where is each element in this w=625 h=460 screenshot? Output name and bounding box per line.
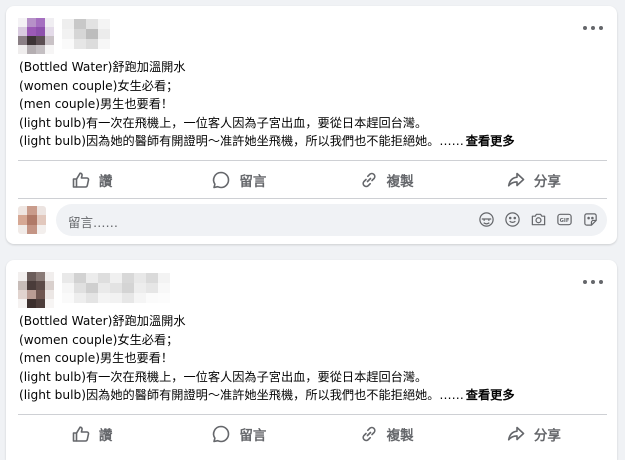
more-options-button[interactable]	[583, 276, 603, 288]
like-button[interactable]: 讚	[18, 163, 165, 197]
camera-icon[interactable]	[530, 211, 547, 228]
post-line: (women couple)女生必看；	[19, 332, 179, 347]
more-horizontal-icon	[583, 280, 587, 284]
divider	[18, 414, 607, 415]
more-horizontal-icon	[583, 26, 587, 30]
author-name[interactable]	[62, 273, 170, 303]
divider	[18, 160, 607, 161]
share-button[interactable]: 分享	[460, 163, 607, 197]
post-line: (men couple)男生也要看！	[19, 351, 174, 365]
feed-post: (Bottled Water)舒跑加溫開水 (women couple)女生必看…	[6, 260, 617, 460]
like-label: 讚	[98, 428, 113, 444]
comment-label: 留言	[239, 174, 267, 190]
share-label: 分享	[533, 428, 561, 444]
avatar-sticker-icon[interactable]	[478, 211, 495, 228]
copy-link-button[interactable]: 複製	[313, 163, 460, 197]
comment-composer: 留言…… GIF	[18, 204, 607, 236]
more-options-button[interactable]	[583, 22, 603, 34]
svg-text:GIF: GIF	[560, 218, 570, 224]
comment-button[interactable]: 留言	[165, 417, 312, 451]
post-line: (men couple)男生也要看！	[19, 97, 174, 111]
comment-button[interactable]: 留言	[165, 163, 312, 197]
see-more-link[interactable]: 查看更多	[466, 134, 515, 148]
share-arrow-icon	[507, 172, 525, 187]
like-label: 讚	[98, 174, 113, 190]
link-chain-icon	[362, 172, 376, 188]
post-actions: 讚 留言 複製 分享	[18, 163, 607, 197]
emoji-icon[interactable]	[504, 211, 521, 228]
author-avatar[interactable]	[18, 272, 54, 308]
speech-bubble-icon	[213, 425, 230, 443]
copy-link-button[interactable]: 複製	[313, 417, 460, 451]
feed-post: (Bottled Water)舒跑加溫開水 (women couple)女生必看…	[6, 6, 617, 244]
viewer-avatar	[18, 206, 46, 234]
comment-tools: GIF	[478, 211, 599, 228]
author-avatar[interactable]	[18, 18, 54, 54]
comment-placeholder: 留言……	[68, 215, 119, 230]
see-more-link[interactable]: 查看更多	[466, 388, 515, 402]
sticker-icon[interactable]	[582, 211, 599, 228]
comment-input[interactable]: 留言…… GIF	[56, 204, 607, 236]
post-line: (light bulb)有一次在飛機上，一位客人因為子宮出血，要從日本趕回台灣。	[19, 369, 428, 384]
divider	[18, 198, 607, 199]
post-line: (light bulb)因為她的醫師有開證明～准許她坐飛機，所以我們也不能拒絕她…	[19, 134, 464, 148]
author-name[interactable]	[62, 19, 110, 49]
copy-label: 複製	[386, 174, 414, 190]
thumbs-up-icon	[72, 426, 90, 442]
post-actions: 讚 留言 複製 分享	[18, 417, 607, 451]
post-text: (Bottled Water)舒跑加溫開水 (women couple)女生必看…	[19, 312, 604, 405]
copy-label: 複製	[386, 428, 414, 444]
share-label: 分享	[533, 174, 561, 190]
post-line: (light bulb)因為她的醫師有開證明～准許她坐飛機，所以我們也不能拒絕她…	[19, 388, 464, 402]
post-text: (Bottled Water)舒跑加溫開水 (women couple)女生必看…	[19, 58, 604, 151]
post-line: (Bottled Water)舒跑加溫開水	[19, 314, 186, 328]
comment-label: 留言	[239, 428, 267, 444]
share-button[interactable]: 分享	[460, 417, 607, 451]
post-line: (women couple)女生必看；	[19, 78, 179, 93]
share-arrow-icon	[507, 426, 525, 441]
post-line: (light bulb)有一次在飛機上，一位客人因為子宮出血，要從日本趕回台灣。	[19, 115, 428, 130]
speech-bubble-icon	[213, 171, 230, 189]
gif-icon[interactable]: GIF	[556, 211, 573, 228]
like-button[interactable]: 讚	[18, 417, 165, 451]
post-line: (Bottled Water)舒跑加溫開水	[19, 60, 186, 74]
link-chain-icon	[362, 426, 376, 442]
thumbs-up-icon	[72, 172, 90, 188]
